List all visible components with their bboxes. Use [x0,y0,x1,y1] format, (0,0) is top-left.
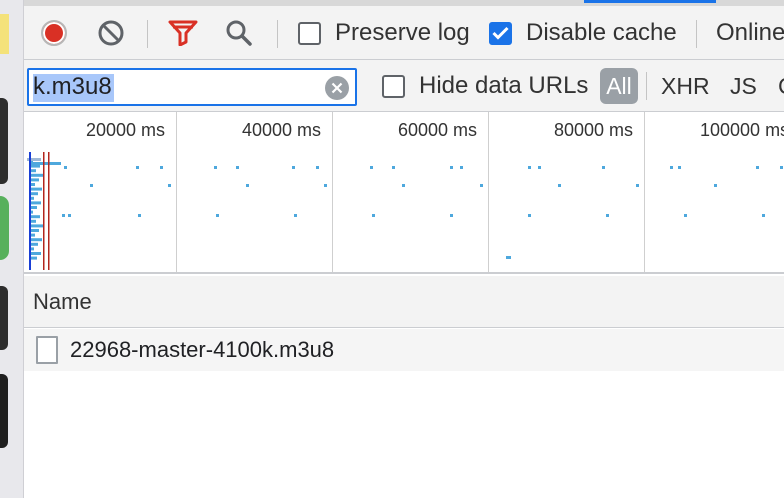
timeline-request-bar [90,184,93,187]
clear-input-icon [331,82,343,94]
hide-data-urls-label: Hide data URLs [419,72,589,99]
requests-table-header: Name [24,276,784,328]
timeline-waterfall [27,152,783,270]
timeline-request-bar [460,166,463,169]
filter-separator [646,72,647,100]
timeline-request-bar [606,214,609,217]
timeline-request-bar [714,184,717,187]
checkbox-icon[interactable] [298,21,321,45]
timeline-request-bar [29,173,43,177]
timeline-request-bar [450,166,453,169]
preserve-log-toggle[interactable]: Preserve log [298,6,470,60]
disable-cache-toggle[interactable]: Disable cache [489,6,677,60]
timeline-request-bar [138,214,141,217]
timeline-request-bar [684,214,687,217]
timeline-request-bar [780,166,783,169]
timeline-request-bar [480,184,483,187]
timeline-request-bar [160,166,163,169]
timeline-request-bar [762,214,765,217]
type-filter-css[interactable]: C [778,60,784,112]
timeline-request-bar [528,214,531,217]
checkbox-checked-icon[interactable] [489,21,512,45]
clear-input-button[interactable] [325,76,349,100]
timeline-request-bar [62,214,65,217]
timeline-overview[interactable]: 20000 ms 40000 ms 60000 ms 80000 ms 1000… [24,112,784,274]
type-filter-all[interactable]: All [600,68,638,104]
clear-button[interactable] [94,6,128,60]
network-toolbar: Preserve log Disable cache Online [24,0,784,60]
timeline-request-bar [294,214,297,217]
devtools-network-panel: Preserve log Disable cache Online k.m3u8… [24,0,784,498]
timeline-request-bar [636,184,639,187]
timeline-request-bar [292,166,295,169]
preserve-log-label: Preserve log [335,19,470,46]
throttling-select[interactable]: Online [716,6,784,60]
left-window-strip [0,0,24,498]
throttling-label: Online [716,19,784,46]
timeline-request-bar [392,166,395,169]
toolbar-separator [696,20,697,48]
app-thumb [0,286,8,350]
timeline-request-bar [236,166,239,169]
timeline-request-bar [558,184,561,187]
checkmark-icon [492,26,509,40]
timeline-request-bar [316,166,319,169]
filter-input-box[interactable] [27,68,357,106]
timeline-request-bar [678,166,681,169]
toolbar-separator [277,20,278,48]
timeline-request-bar [602,166,605,169]
search-icon [226,20,252,46]
timeline-request-bar [246,184,249,187]
timeline-request-bar [670,166,673,169]
timeline-request-bar [402,184,405,187]
filter-button[interactable] [166,6,200,60]
dom-content-loaded-marker [29,152,31,270]
app-thumb [0,98,8,184]
timeline-request-bar [216,214,219,217]
timeline-request-bar [324,184,327,187]
type-filter-js[interactable]: JS [730,60,757,112]
timeline-request-bar [370,166,373,169]
timeline-request-bar [450,214,453,217]
record-icon [41,20,67,46]
timeline-request-bar [29,224,43,228]
timeline-request-bar [168,184,171,187]
timeline-request-bar [372,214,375,217]
timeline-request-bar [68,214,71,217]
filter-icon [168,20,198,46]
disable-cache-label: Disable cache [526,19,677,46]
requests-table-body: 22968-master-4100k.m3u8 [24,329,784,498]
request-name: 22968-master-4100k.m3u8 [70,337,335,362]
timeline-request-bar [64,166,67,169]
record-button[interactable] [36,6,72,60]
checkbox-icon[interactable] [382,74,405,98]
timeline-request-bar [214,166,217,169]
hide-data-urls-toggle[interactable]: Hide data URLs [382,60,588,112]
load-marker [43,152,45,270]
sticky-note-thumb [0,14,9,54]
active-tab-indicator [584,0,716,3]
timeline-request-bar [538,166,541,169]
app-thumb [0,374,8,448]
type-filter-xhr[interactable]: XHR [661,60,710,112]
timeline-request-bar [528,166,531,169]
document-file-icon [36,336,58,364]
filter-bar: Hide data URLs All XHR JS C [24,60,784,112]
filter-input[interactable] [33,73,323,101]
column-header-name[interactable]: Name [33,276,92,328]
app-thumb [0,196,9,260]
timeline-request-bar [136,166,139,169]
clear-icon [98,20,124,46]
table-row[interactable]: 22968-master-4100k.m3u8 [24,329,784,371]
timeline-request-bar [506,256,511,259]
toolbar-separator [147,20,148,48]
timeline-request-bar [29,162,61,165]
timeline-request-bar [756,166,759,169]
load-marker [48,152,50,270]
search-button[interactable] [222,6,256,60]
